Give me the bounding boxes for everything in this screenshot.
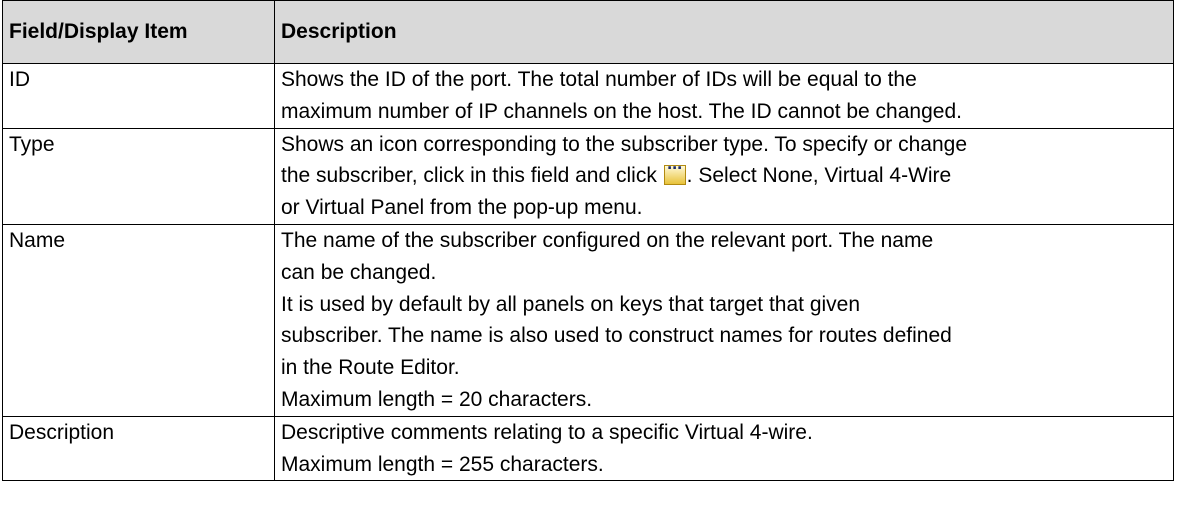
table-row: Name The name of the subscriber configur…: [2, 223, 1174, 417]
table-header-row: Field/Display Item Description: [2, 0, 1174, 64]
field-description-table: Field/Display Item Description ID Shows …: [2, 0, 1174, 482]
description-line: Maximum length = 255 characters.: [281, 452, 604, 476]
header-description: Description: [274, 0, 1174, 64]
description-cell: Shows the ID of the port. The total numb…: [274, 63, 1174, 129]
description-text: the subscriber, click in this field and …: [281, 164, 663, 188]
table-row: Type Shows an icon corresponding to the …: [2, 127, 1174, 225]
description-line: or Virtual Panel from the pop-up menu.: [281, 196, 643, 220]
description-text: . Select None, Virtual 4-Wire: [686, 164, 952, 188]
description-line: in the Route Editor.: [281, 356, 460, 380]
field-cell: Name: [2, 223, 275, 417]
field-cell: Type: [2, 127, 275, 225]
description-line: maximum number of IP channels on the hos…: [281, 99, 962, 123]
description-line: Shows the ID of the port. The total numb…: [281, 68, 917, 91]
description-line: The name of the subscriber configured on…: [281, 228, 934, 252]
table-row: Description Descriptive comments relatin…: [2, 415, 1174, 482]
description-cell: Shows an icon corresponding to the subsc…: [274, 127, 1174, 225]
field-cell: Description: [2, 415, 275, 482]
description-line: can be changed.: [281, 260, 437, 284]
field-cell: ID: [2, 63, 275, 129]
description-line: Descriptive comments relating to a speci…: [281, 420, 813, 444]
ellipsis-button-icon: [663, 153, 686, 186]
description-cell: The name of the subscriber configured on…: [274, 223, 1174, 417]
description-line: Shows an icon corresponding to the subsc…: [281, 132, 968, 156]
header-field: Field/Display Item: [2, 0, 275, 64]
description-line: subscriber. The name is also used to con…: [281, 324, 952, 348]
description-line: Maximum length = 20 characters.: [281, 387, 593, 411]
table-row: ID Shows the ID of the port. The total n…: [2, 63, 1174, 129]
description-line: the subscriber, click in this field and …: [281, 153, 1167, 192]
description-line: It is used by default by all panels on k…: [281, 292, 861, 316]
description-cell: Descriptive comments relating to a speci…: [274, 415, 1174, 482]
